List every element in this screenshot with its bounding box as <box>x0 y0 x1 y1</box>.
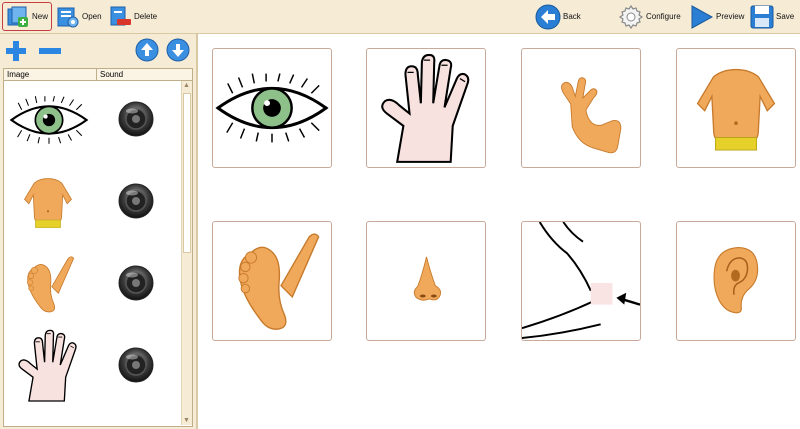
back-label: Back <box>563 12 581 21</box>
delete-button[interactable]: Delete <box>108 2 157 31</box>
column-sound: Sound <box>96 69 123 80</box>
eye-picture <box>216 71 328 145</box>
configure-label: Configure <box>646 12 681 21</box>
foot-picture <box>18 249 78 319</box>
open-label: Open <box>82 12 102 21</box>
delete-label: Delete <box>134 12 158 21</box>
column-image: Image <box>7 70 30 79</box>
hand-picture <box>14 327 82 407</box>
torso-picture <box>696 68 776 151</box>
preview-label: Preview <box>716 12 745 21</box>
card-arm[interactable] <box>521 48 641 168</box>
list-item[interactable] <box>4 327 182 405</box>
back-arrow-icon <box>535 4 561 29</box>
nose-picture <box>413 256 442 301</box>
foot-picture <box>238 233 320 330</box>
new-document-icon <box>7 6 28 27</box>
speaker-icon[interactable] <box>116 263 156 303</box>
list-item[interactable] <box>4 81 182 159</box>
card-ear[interactable] <box>676 221 796 341</box>
card-torso[interactable] <box>676 48 796 168</box>
ear-picture <box>713 246 759 314</box>
card-eye[interactable] <box>212 48 332 168</box>
scroll-thumb[interactable] <box>183 93 191 253</box>
card-foot[interactable] <box>212 221 332 341</box>
speaker-icon[interactable] <box>116 345 156 385</box>
list-item[interactable] <box>4 245 182 323</box>
move-down-icon[interactable] <box>166 38 190 62</box>
elbow-picture <box>522 222 640 340</box>
arm-picture <box>561 77 622 154</box>
new-label: New <box>32 12 49 21</box>
card-grid <box>198 34 800 429</box>
speaker-icon[interactable] <box>116 181 156 221</box>
torso-picture <box>18 167 78 237</box>
hand-picture <box>381 53 470 163</box>
configure-button[interactable]: Configure <box>618 2 681 31</box>
toolbar: New Open Delete Back Configure Preview S… <box>0 0 800 34</box>
plus-icon[interactable] <box>5 40 27 62</box>
card-elbow[interactable] <box>521 221 641 341</box>
new-button[interactable]: New <box>2 2 52 31</box>
gear-icon <box>618 4 644 29</box>
play-icon <box>691 4 714 29</box>
speaker-icon[interactable] <box>116 99 156 139</box>
back-button[interactable]: Back <box>535 2 581 31</box>
eye-picture <box>8 85 90 155</box>
left-panel: Image Sound ▲ ▼ <box>0 34 198 429</box>
card-hand[interactable] <box>366 48 486 168</box>
scroll-up-icon[interactable]: ▲ <box>183 82 190 89</box>
item-list: ▲ ▼ <box>3 81 193 427</box>
floppy-disk-icon <box>750 5 774 28</box>
card-nose[interactable] <box>366 221 486 341</box>
open-folder-icon <box>57 7 79 27</box>
scroll-down-icon[interactable]: ▼ <box>183 417 190 424</box>
delete-icon <box>110 6 131 25</box>
minus-icon[interactable] <box>38 40 62 62</box>
list-tools <box>0 34 196 68</box>
open-button[interactable]: Open <box>56 2 102 31</box>
list-item[interactable] <box>4 163 182 241</box>
save-label: Save <box>776 12 795 21</box>
save-button[interactable]: Save <box>750 2 794 31</box>
list-scrollbar[interactable]: ▲ ▼ <box>181 81 192 425</box>
move-up-icon[interactable] <box>135 38 159 62</box>
preview-button[interactable]: Preview <box>690 2 744 31</box>
list-header: Image Sound <box>3 68 193 81</box>
